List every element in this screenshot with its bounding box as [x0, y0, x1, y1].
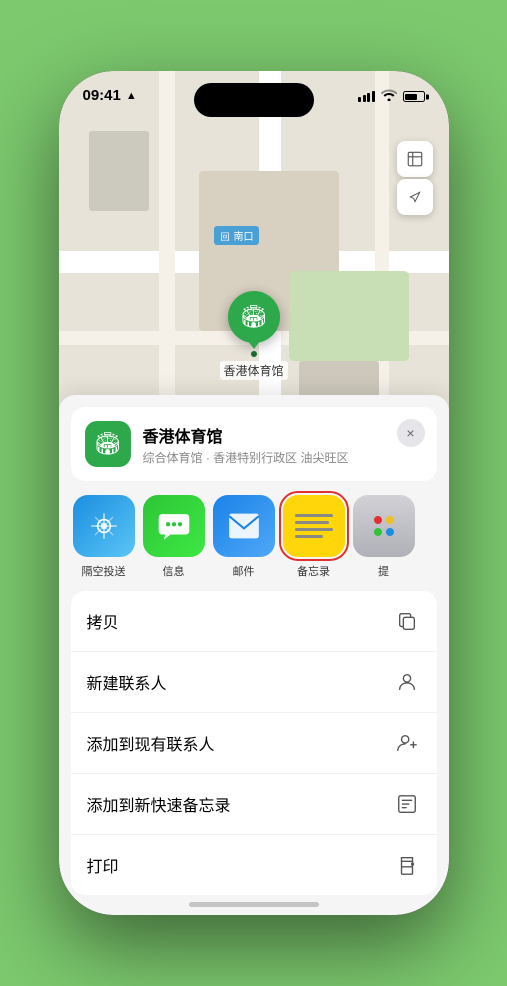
action-copy-label: 拷贝 [87, 609, 119, 633]
signal-bars [358, 91, 375, 102]
action-add-contact[interactable]: 添加到现有联系人 [71, 713, 437, 774]
status-icons [358, 87, 425, 104]
map-label-prefix: 回 [219, 232, 232, 242]
mail-label: 邮件 [233, 563, 255, 579]
pin-circle: 🏟 [227, 291, 279, 343]
venue-icon-small: 🏟 [85, 421, 131, 467]
venue-subtitle: 综合体育馆 · 香港特别行政区 油尖旺区 [143, 449, 423, 466]
airdrop-icon [73, 495, 135, 557]
location-button[interactable] [397, 179, 433, 215]
action-quick-note[interactable]: 添加到新快速备忘录 [71, 774, 437, 835]
messages-label: 信息 [163, 563, 185, 579]
quick-note-icon [393, 790, 421, 818]
action-new-contact-label: 新建联系人 [87, 670, 167, 694]
share-row: 隔空投送 信息 [59, 481, 449, 579]
action-add-contact-label: 添加到现有联系人 [87, 731, 215, 755]
share-item-notes[interactable]: 备忘录 [283, 495, 345, 579]
map-type-button[interactable] [397, 141, 433, 177]
mail-icon [213, 495, 275, 557]
share-item-mail[interactable]: 邮件 [213, 495, 275, 579]
more-label: 提 [378, 563, 389, 579]
person-add-icon [393, 729, 421, 757]
share-item-more[interactable]: 提 [353, 495, 415, 579]
status-time: 09:41 ▲ [83, 87, 137, 104]
notes-label: 备忘录 [297, 563, 330, 579]
bottom-sheet: 🏟 香港体育馆 综合体育馆 · 香港特别行政区 油尖旺区 × [59, 395, 449, 915]
close-icon: × [406, 425, 414, 441]
time-display: 09:41 [83, 87, 121, 104]
venue-title: 香港体育馆 [143, 423, 423, 447]
battery-icon [403, 91, 425, 102]
airdrop-label: 隔空投送 [82, 563, 126, 579]
more-icon [353, 495, 415, 557]
stadium-icon: 🏟 [240, 304, 268, 330]
wifi-icon [381, 89, 397, 104]
pin-dot [250, 351, 256, 357]
map-label-text: 南口 [234, 232, 254, 243]
venue-map-label: 香港体育馆 [219, 361, 287, 380]
notes-icon [283, 495, 345, 557]
person-icon [393, 668, 421, 696]
home-indicator [189, 902, 319, 907]
action-print-label: 打印 [87, 853, 119, 877]
phone-frame: 09:41 ▲ [0, 0, 507, 986]
share-item-airdrop[interactable]: 隔空投送 [73, 495, 135, 579]
action-copy[interactable]: 拷贝 [71, 591, 437, 652]
copy-icon [393, 607, 421, 635]
action-quick-note-label: 添加到新快速备忘录 [87, 792, 231, 816]
close-button[interactable]: × [397, 419, 425, 447]
location-arrow-icon: ▲ [126, 90, 137, 102]
action-list: 拷贝 新建联系人 [71, 591, 437, 895]
dynamic-island [194, 83, 314, 117]
venue-info-text: 香港体育馆 综合体育馆 · 香港特别行政区 油尖旺区 [143, 423, 423, 466]
messages-icon [143, 495, 205, 557]
screen: 09:41 ▲ [59, 71, 449, 915]
map-controls [397, 141, 433, 215]
action-new-contact[interactable]: 新建联系人 [71, 652, 437, 713]
map-entrance-label: 回南口 [214, 226, 259, 245]
action-print[interactable]: 打印 [71, 835, 437, 895]
share-item-messages[interactable]: 信息 [143, 495, 205, 579]
venue-small-icon: 🏟 [94, 431, 122, 457]
phone-body: 09:41 ▲ [59, 71, 449, 915]
venue-pin: 🏟 香港体育馆 [219, 291, 287, 380]
print-icon [393, 851, 421, 879]
venue-info-card: 🏟 香港体育馆 综合体育馆 · 香港特别行政区 油尖旺区 × [71, 407, 437, 481]
